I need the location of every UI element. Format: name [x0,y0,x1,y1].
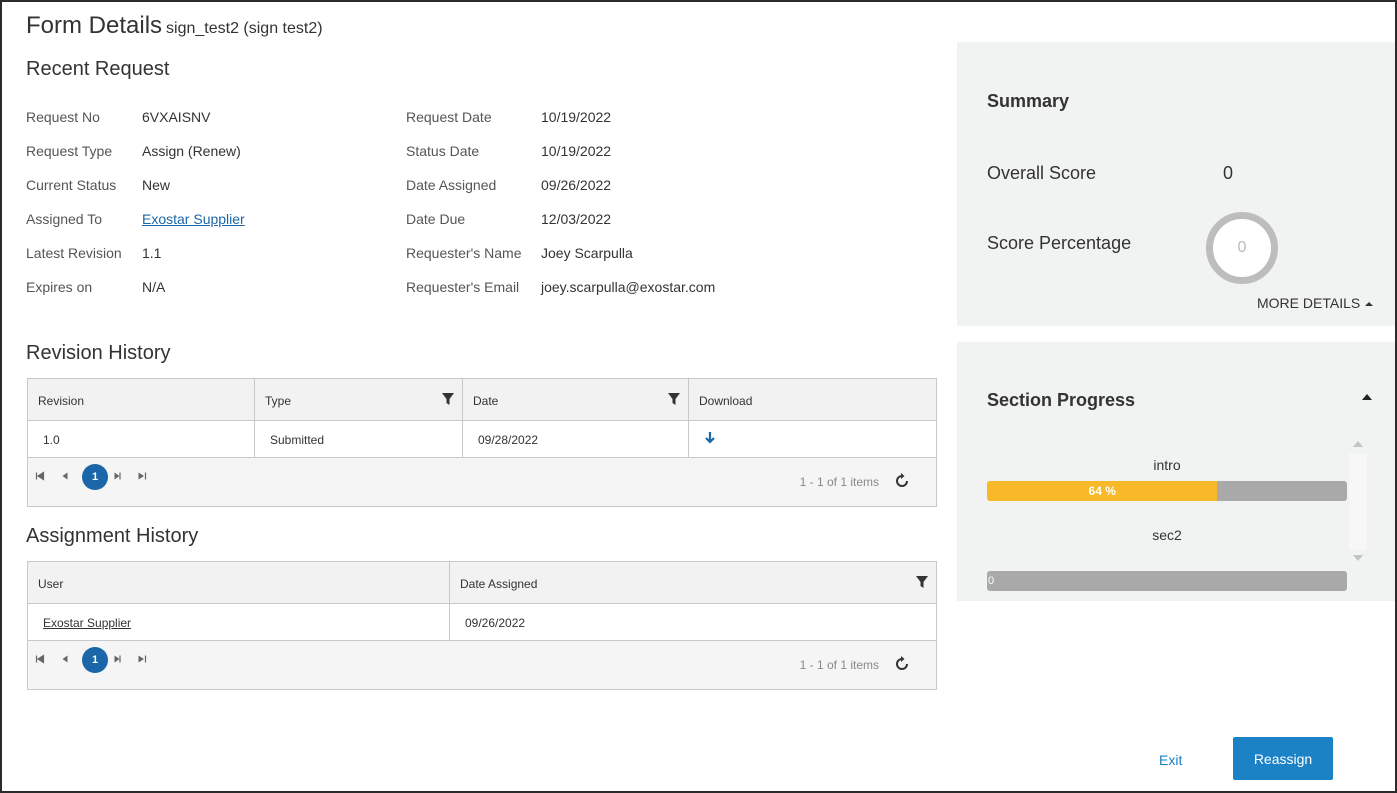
last-page-icon[interactable] [137,654,147,664]
section-name-sec2: sec2 [1152,527,1182,543]
page-title: Form Details sign_test2 (sign test2) [26,12,323,40]
cell-revision: 1.0 [28,421,255,457]
requester-name-label: Requester's Name [406,245,522,261]
progress-value-sec2: 0 [988,575,995,587]
more-details-label: MORE DETAILS [1257,295,1361,311]
refresh-icon[interactable] [893,472,911,490]
score-percentage-label: Score Percentage [987,233,1132,253]
date-due-value: 12/03/2022 [541,211,612,227]
status-date-value: 10/19/2022 [541,143,612,159]
column-header-download[interactable]: Download [689,379,936,420]
assigned-to-label: Assigned To [26,211,103,227]
progress-fill: 64 % [987,481,1218,501]
revision-history-grid: Revision Type Date Download 1.0 Submitte… [27,378,937,507]
summary-title: Summary [987,91,1070,111]
exit-link[interactable]: Exit [1159,752,1182,768]
revision-history-heading: Revision History [26,342,171,364]
section-progress-panel: Section Progress intro 64 % sec2 0 [957,342,1395,601]
page-number-button[interactable]: 1 [82,464,108,490]
revision-pager: 1 1 - 1 of 1 items [28,458,936,506]
requester-email-label: Requester's Email [406,279,520,295]
current-status-label: Current Status [26,177,117,193]
filter-icon[interactable] [441,392,455,406]
cell-download [689,421,936,457]
section-progress-title: Section Progress [987,390,1136,410]
page-number-button[interactable]: 1 [82,647,108,673]
prev-page-icon[interactable] [60,654,70,664]
refresh-icon[interactable] [893,655,911,673]
request-no-value: 6VXAISNV [142,109,211,125]
pager-info: 1 - 1 of 1 items [799,475,879,489]
section-name-intro: intro [1153,457,1181,473]
expires-on-value: N/A [142,279,166,295]
summary-panel: Summary Overall Score 0 Score Percentage… [957,42,1395,326]
cell-date: 09/28/2022 [463,421,689,457]
current-status-value: New [142,177,171,193]
column-header-date-assigned[interactable]: Date Assigned [450,562,936,603]
filter-icon[interactable] [915,575,929,589]
score-ring: 0 [1206,212,1278,284]
date-assigned-value: 09/26/2022 [541,177,612,193]
date-due-label: Date Due [406,211,466,227]
date-assigned-label: Date Assigned [406,177,497,193]
column-header-revision[interactable]: Revision [28,379,255,420]
download-arrow-icon[interactable] [704,431,716,445]
table-row: 1.0 Submitted 09/28/2022 [28,421,936,458]
assignment-history-grid: User Date Assigned Exostar Supplier 09/2… [27,561,937,690]
assignment-grid-header: User Date Assigned [28,562,936,604]
collapse-caret-icon[interactable] [1361,392,1373,402]
page-title-text: Form Details [26,12,163,39]
request-date-value: 10/19/2022 [541,109,612,125]
user-link[interactable]: Exostar Supplier [43,616,131,630]
prev-page-icon[interactable] [60,471,70,481]
status-date-label: Status Date [406,143,480,159]
progress-bar-intro: 64 % [987,481,1347,501]
cell-type: Submitted [255,421,463,457]
overall-score-label: Overall Score [987,163,1097,183]
filter-icon[interactable] [667,392,681,406]
scroll-up-icon[interactable] [1352,440,1364,448]
page-subtitle: sign_test2 (sign test2) [166,20,323,37]
first-page-icon[interactable] [35,471,45,481]
assigned-to-link[interactable]: Exostar Supplier [142,211,245,227]
assignment-history-heading: Assignment History [26,525,199,547]
request-no-label: Request No [26,109,100,125]
cell-user: Exostar Supplier [28,604,450,640]
table-row: Exostar Supplier 09/26/2022 [28,604,936,641]
revision-grid-header: Revision Type Date Download [28,379,936,421]
column-header-type[interactable]: Type [255,379,463,420]
assignment-pager: 1 1 - 1 of 1 items [28,641,936,689]
next-page-icon[interactable] [112,654,122,664]
scroll-down-icon[interactable] [1352,554,1364,562]
more-details-toggle[interactable]: MORE DETAILS [1257,295,1374,311]
scroll-track[interactable] [1349,454,1367,550]
expires-on-label: Expires on [26,279,93,295]
request-type-value: Assign (Renew) [142,143,241,159]
last-page-icon[interactable] [137,471,147,481]
scrollbar[interactable] [1347,432,1369,572]
next-page-icon[interactable] [112,471,122,481]
pager-info: 1 - 1 of 1 items [799,658,879,672]
cell-date-assigned: 09/26/2022 [465,616,526,630]
latest-revision-label: Latest Revision [26,245,122,261]
progress-bar-sec2: 0 [987,571,1347,591]
request-type-label: Request Type [26,143,113,159]
caret-up-icon [1365,302,1374,306]
requester-email-value: joey.scarpulla@exostar.com [541,279,716,295]
overall-score-value: 0 [1223,163,1234,183]
column-header-date[interactable]: Date [463,379,689,420]
request-date-label: Request Date [406,109,492,125]
reassign-button[interactable]: Reassign [1233,737,1333,780]
latest-revision-value: 1.1 [142,245,162,261]
recent-request-heading: Recent Request [26,58,170,80]
requester-name-value: Joey Scarpulla [541,245,633,261]
first-page-icon[interactable] [35,654,45,664]
column-header-user[interactable]: User [28,562,450,603]
